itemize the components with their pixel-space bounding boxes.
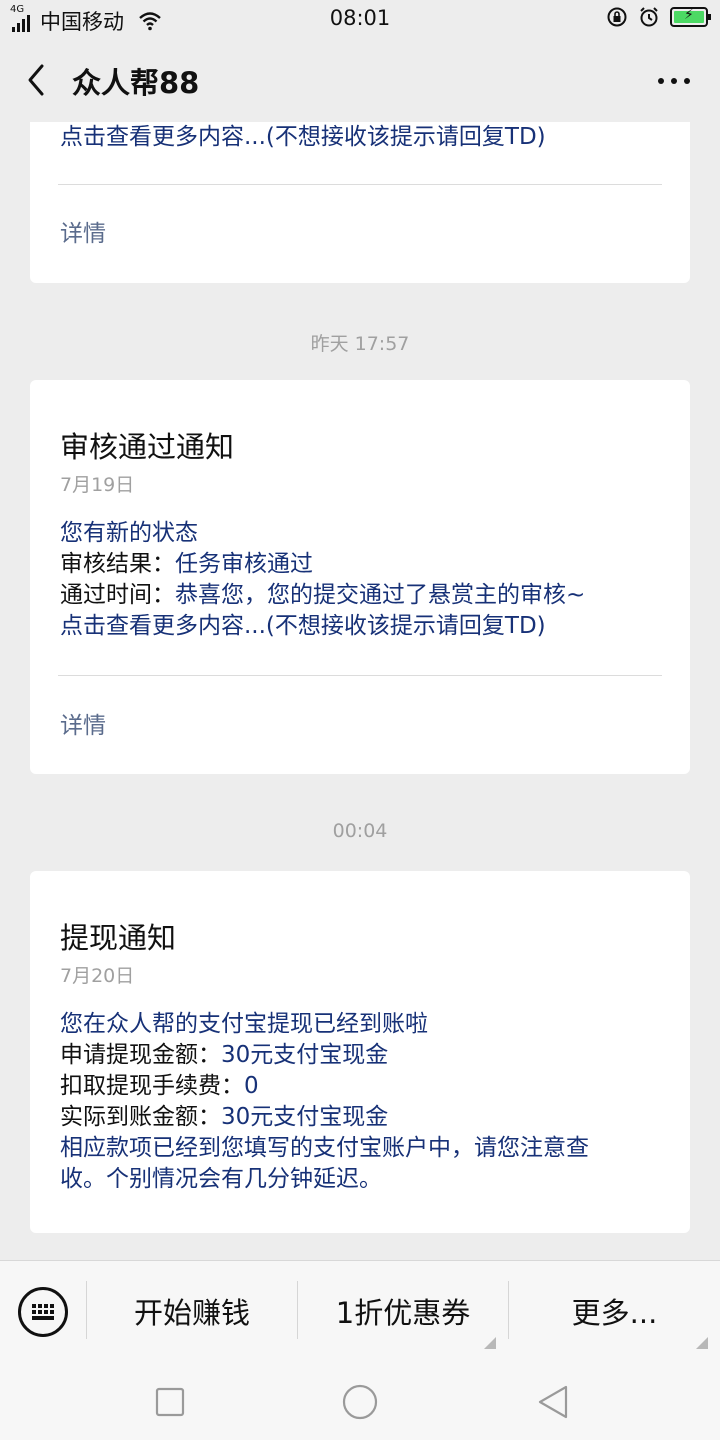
message-line: 审核结果：任务审核通过 xyxy=(60,549,662,580)
message-line: 点击查看更多内容...(不想接收该提示请回复TD) xyxy=(60,613,546,639)
message-line: 实际到账金额：30元支付宝现金 xyxy=(60,1102,662,1133)
field-label: 扣取提现手续费： xyxy=(60,1073,244,1099)
keyboard-icon xyxy=(32,1304,54,1320)
message-body: 您有新的状态 审核结果：任务审核通过 通过时间：恭喜您，您的提交通过了悬赏主的审… xyxy=(60,518,662,642)
message-line: 扣取提现手续费：0 xyxy=(60,1071,662,1102)
menu-item-more[interactable]: 更多... xyxy=(509,1283,720,1339)
message-line: 申请提现金额：30元支付宝现金 xyxy=(60,1040,662,1071)
circle-icon[interactable] xyxy=(340,1382,380,1422)
keyboard-toggle-button[interactable] xyxy=(18,1287,68,1337)
alarm-icon xyxy=(640,7,658,27)
chevron-left-icon xyxy=(28,64,44,96)
submenu-indicator-icon xyxy=(696,1337,708,1349)
menu-bar: 开始赚钱 1折优惠券 更多... xyxy=(0,1260,720,1360)
detail-link[interactable]: 详情 xyxy=(60,706,106,740)
field-value: 30元支付宝现金 xyxy=(221,1042,389,1068)
field-value: 恭喜您，您的提交通过了悬赏主的审核~ xyxy=(175,582,586,608)
field-value: 任务审核通过 xyxy=(175,551,313,577)
card-title: 审核通过通知 xyxy=(60,430,235,464)
message-line: 您在众人帮的支付宝提现已经到账啦 xyxy=(60,1011,428,1037)
card-date: 7月20日 xyxy=(60,965,135,987)
card-divider xyxy=(58,675,662,676)
rotation-lock-icon xyxy=(607,7,627,27)
detail-link[interactable]: 详情 xyxy=(60,214,106,248)
field-value: 0 xyxy=(244,1073,259,1099)
field-value: 30元支付宝现金 xyxy=(221,1104,389,1130)
menu-item-coupon[interactable]: 1折优惠券 xyxy=(298,1283,508,1339)
nav-bar: 众人帮88 xyxy=(0,38,720,122)
message-card: 点击查看更多内容...(不想接收该提示请回复TD) 详情 xyxy=(30,122,690,283)
card-divider xyxy=(58,184,662,185)
menu-item-start-earning[interactable]: 开始赚钱 xyxy=(87,1283,297,1339)
charging-icon: ⚡ xyxy=(684,7,694,23)
message-line: 您有新的状态 xyxy=(60,520,198,546)
message-card: 审核通过通知 7月19日 您有新的状态 审核结果：任务审核通过 通过时间：恭喜您… xyxy=(30,380,690,774)
more-dots-icon xyxy=(658,78,664,84)
triangle-back-icon[interactable] xyxy=(532,1382,572,1422)
message-timestamp: 00:04 xyxy=(332,820,388,842)
message-body: 点击查看更多内容...(不想接收该提示请回复TD) xyxy=(60,122,662,153)
field-label: 通过时间： xyxy=(60,582,175,608)
status-bar: 4G 中国移动 08:01 ⚡ xyxy=(0,0,720,38)
card-date: 7月19日 xyxy=(60,474,135,496)
message-line: 通过时间：恭喜您，您的提交通过了悬赏主的审核~ xyxy=(60,580,662,611)
message-body: 您在众人帮的支付宝提现已经到账啦 申请提现金额：30元支付宝现金 扣取提现手续费… xyxy=(60,1009,662,1195)
field-label: 实际到账金额： xyxy=(60,1104,221,1130)
message-timestamp: 昨天 17:57 xyxy=(310,333,410,355)
screen: 4G 中国移动 08:01 ⚡ 众人帮88 点击查看更多内容...(不想接收该提… xyxy=(0,0,720,1440)
submenu-indicator-icon xyxy=(484,1337,496,1349)
battery-level: ⚡ xyxy=(674,7,704,23)
field-label: 审核结果： xyxy=(60,551,175,577)
message-line: 收。个别情况会有几分钟延迟。 xyxy=(60,1166,382,1192)
back-button[interactable] xyxy=(20,58,60,102)
page-title: 众人帮88 xyxy=(72,66,200,100)
message-card: 提现通知 7月20日 您在众人帮的支付宝提现已经到账啦 申请提现金额：30元支付… xyxy=(30,871,690,1233)
square-icon[interactable] xyxy=(150,1382,190,1422)
card-title: 提现通知 xyxy=(60,921,177,955)
field-label: 申请提现金额： xyxy=(60,1042,221,1068)
message-list[interactable]: 点击查看更多内容...(不想接收该提示请回复TD) 详情 昨天 17:57 审核… xyxy=(0,122,720,1260)
message-line: 相应款项已经到您填写的支付宝账户中，请您注意查 xyxy=(60,1135,589,1161)
message-line: 点击查看更多内容...(不想接收该提示请回复TD) xyxy=(60,124,546,150)
system-nav-bar xyxy=(0,1360,720,1440)
status-right: ⚡ xyxy=(606,6,711,28)
more-button[interactable] xyxy=(654,66,694,96)
battery-icon: ⚡ xyxy=(670,7,711,27)
